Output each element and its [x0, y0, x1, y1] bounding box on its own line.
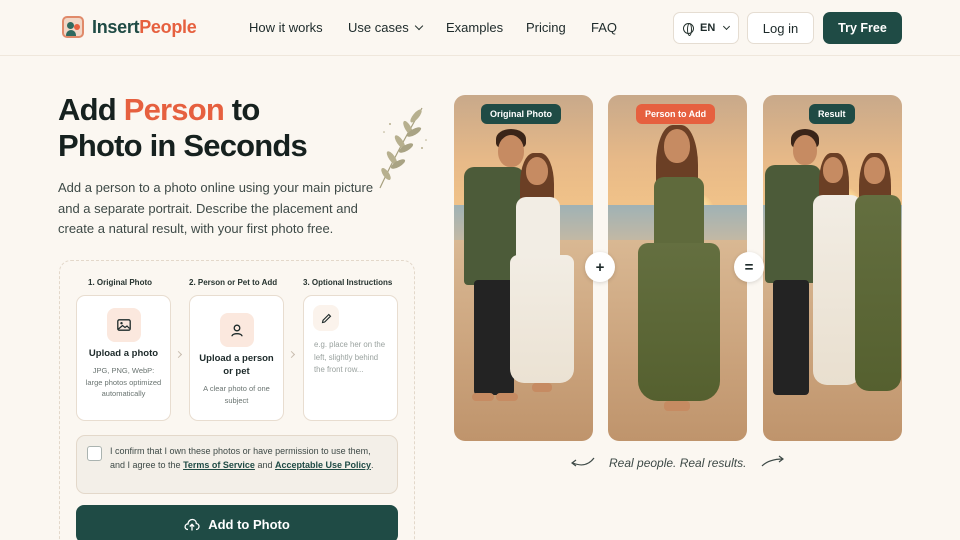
- language-selector[interactable]: EN: [673, 12, 739, 44]
- step-2-title: Upload a person or pet: [199, 353, 274, 377]
- chevron-down-icon: [723, 22, 731, 30]
- terms-link[interactable]: Terms of Service: [183, 460, 255, 470]
- site-header: InsertPeople How it works Use cases Exam…: [0, 0, 960, 56]
- original-photo-image: [454, 95, 593, 441]
- nav-faq[interactable]: FAQ: [591, 20, 617, 35]
- chevron-down-icon: [414, 21, 423, 31]
- brand-logo[interactable]: InsertPeople: [62, 16, 197, 38]
- step-3-label: 3. Optional Instructions: [303, 278, 393, 287]
- curved-arrow-left-icon: [571, 457, 595, 467]
- instructions-input[interactable]: e.g. place her on the left, slightly beh…: [303, 295, 398, 421]
- pencil-icon: [313, 305, 339, 331]
- logo-icon: [62, 16, 84, 38]
- consent-checkbox[interactable]: [87, 446, 102, 461]
- nav-use-cases[interactable]: Use cases: [348, 20, 423, 35]
- original-photo-dropzone[interactable]: Upload a photo JPG, PNG, WebP: large pho…: [76, 295, 171, 421]
- nav-examples[interactable]: Examples: [446, 20, 503, 35]
- consent-box: I confirm that I own these photos or hav…: [76, 435, 398, 494]
- try-free-button[interactable]: Try Free: [823, 12, 902, 44]
- plus-icon: +: [585, 252, 615, 282]
- hero-title-accent: Person: [123, 92, 225, 127]
- result-image: [763, 95, 902, 441]
- person-to-add-badge: Person to Add: [636, 104, 716, 124]
- step-1-label: 1. Original Photo: [88, 278, 153, 287]
- step-2-desc: A clear photo of one subject: [203, 384, 270, 405]
- person-to-add-image: [608, 95, 747, 441]
- consent-text: I confirm that I own these photos or hav…: [110, 446, 374, 470]
- person-photo-dropzone[interactable]: Upload a person or pet A clear photo of …: [189, 295, 284, 421]
- login-button[interactable]: Log in: [747, 12, 814, 44]
- leaf-decoration-icon: [379, 107, 427, 189]
- nav-pricing[interactable]: Pricing: [526, 20, 566, 35]
- step-1-desc: JPG, PNG, WebP: large photos optimized a…: [85, 366, 162, 398]
- equals-icon: =: [734, 252, 764, 282]
- original-photo-badge: Original Photo: [481, 104, 561, 124]
- step-2-label: 2. Person or Pet to Add: [189, 278, 278, 287]
- policy-link[interactable]: Acceptable Use Policy: [275, 460, 371, 470]
- image-icon: [107, 308, 141, 342]
- user-icon: [220, 313, 254, 347]
- globe-icon: [683, 22, 694, 36]
- showcase-tagline: Real people. Real results.: [609, 456, 747, 470]
- add-to-photo-label: Add to Photo: [208, 516, 290, 532]
- add-to-photo-button[interactable]: Add to Photo: [76, 505, 398, 540]
- instructions-placeholder: e.g. place her on the left, slightly beh…: [314, 340, 386, 374]
- cloud-upload-icon: [184, 518, 200, 530]
- step-1-title: Upload a photo: [88, 348, 159, 359]
- curved-arrow-right-icon: [761, 455, 784, 467]
- nav-how-it-works[interactable]: How it works: [249, 20, 323, 35]
- result-badge: Result: [809, 104, 855, 124]
- brand-name: InsertPeople: [92, 16, 197, 37]
- hero-title: Add Person to Photo in Seconds: [58, 92, 308, 163]
- language-code: EN: [700, 22, 716, 34]
- hero-subtitle: Add a person to a photo online using you…: [58, 180, 374, 236]
